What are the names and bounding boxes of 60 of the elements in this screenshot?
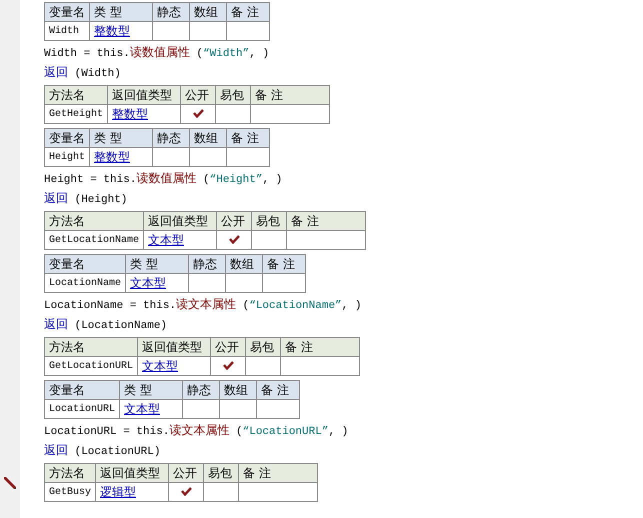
code-line: 返回 (LocationName) — [44, 316, 168, 334]
code-line: LocationName = this.读文本属性 (“LocationName”, ) — [44, 296, 362, 314]
column-header: 数组 — [220, 380, 257, 400]
table-cell: GetLocationURL — [44, 356, 138, 376]
column-header: 公开 — [168, 464, 204, 482]
column-header: 数组 — [226, 254, 263, 274]
column-header: 变量名 — [44, 380, 120, 400]
column-header: 变量名 — [44, 2, 90, 22]
column-header: 易包 — [252, 212, 287, 230]
column-header: 类 型 — [120, 380, 183, 400]
column-header: 静态 — [152, 128, 190, 148]
column-header: 备 注 — [262, 254, 306, 274]
table-cell: Height — [44, 148, 90, 166]
column-header: 类 型 — [90, 128, 153, 148]
column-header: 数组 — [190, 2, 226, 22]
column-header: 方法名 — [44, 86, 108, 104]
table-cell: LocationName — [44, 274, 126, 292]
table-cell: LocationURL — [44, 400, 120, 418]
column-header: 变量名 — [44, 128, 90, 148]
column-header: 静态 — [188, 254, 226, 274]
column-header: 备 注 — [226, 128, 270, 148]
column-header: 类 型 — [90, 2, 152, 22]
column-header: 易包 — [204, 464, 239, 482]
column-header: 类 型 — [126, 254, 189, 274]
check-icon — [180, 487, 192, 496]
column-header: 变量名 — [44, 254, 126, 274]
column-header: 返回值类型 — [138, 338, 211, 356]
code-line: 返回 (LocationURL) — [44, 442, 160, 460]
column-header: 备 注 — [250, 86, 330, 104]
check-icon — [192, 109, 204, 118]
column-header: 备 注 — [286, 212, 366, 230]
column-header: 公开 — [210, 338, 246, 356]
column-header: 备 注 — [238, 464, 318, 482]
column-header: 返回值类型 — [96, 464, 169, 482]
table-cell: Width — [44, 22, 90, 40]
code-line: Width = this.读数值属性 (“Width”, ) — [44, 44, 270, 62]
column-header: 静态 — [182, 380, 220, 400]
column-header: 方法名 — [44, 212, 144, 230]
column-header: 数组 — [190, 128, 227, 148]
column-header: 方法名 — [44, 464, 96, 482]
column-header: 返回值类型 — [144, 212, 217, 230]
column-header: 返回值类型 — [108, 86, 181, 104]
code-line: 返回 (Height) — [44, 190, 128, 208]
code-line: 返回 (Width) — [44, 64, 121, 82]
check-icon — [228, 235, 240, 244]
column-header: 公开 — [216, 212, 252, 230]
table-cell: GetBusy — [44, 482, 96, 502]
code-line: Height = this.读数值属性 (“Height”, ) — [44, 170, 282, 188]
column-header: 静态 — [152, 2, 190, 22]
column-header: 公开 — [180, 86, 216, 104]
table-cell: GetLocationName — [44, 230, 144, 250]
column-header: 易包 — [246, 338, 281, 356]
table-cell: GetHeight — [44, 104, 108, 124]
column-header: 易包 — [216, 86, 251, 104]
column-header: 方法名 — [44, 338, 138, 356]
column-header: 备 注 — [226, 2, 270, 22]
check-icon — [222, 361, 234, 370]
column-header: 备 注 — [256, 380, 300, 400]
code-line: LocationURL = this.读文本属性 (“LocationURL”, ) — [44, 422, 348, 440]
column-header: 备 注 — [280, 338, 360, 356]
